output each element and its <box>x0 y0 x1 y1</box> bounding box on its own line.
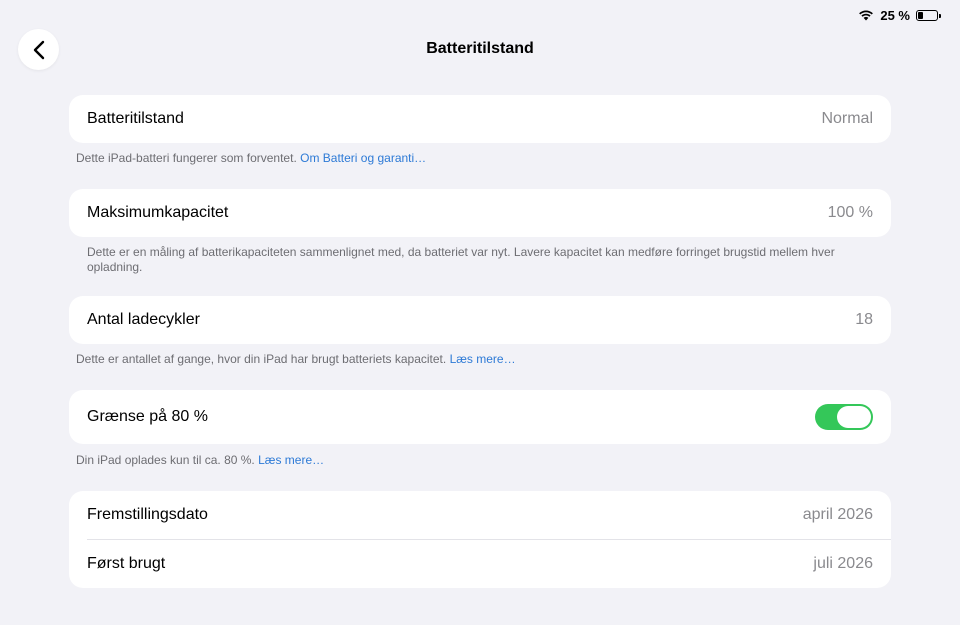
battery-health-value: Normal <box>821 110 873 127</box>
battery-icon <box>916 9 941 21</box>
first-used-value: juli 2026 <box>813 555 873 572</box>
battery-warranty-link[interactable]: Om Batteri og garanti… <box>300 151 426 165</box>
charge-limit-toggle[interactable] <box>815 404 873 430</box>
manufacture-date-value: april 2026 <box>802 506 873 523</box>
battery-percent: 25 % <box>880 7 910 23</box>
first-used-row: Først brugt juli 2026 <box>69 540 891 588</box>
max-capacity-value: 100 % <box>827 204 873 221</box>
battery-health-note: Dette iPad-batteri fungerer som forvente… <box>76 151 866 166</box>
charge-limit-label: Grænse på 80 % <box>87 408 208 425</box>
max-capacity-card: Maksimumkapacitet 100 % <box>69 189 891 237</box>
max-capacity-row: Maksimumkapacitet 100 % <box>69 189 891 237</box>
cycle-learn-more-link[interactable]: Læs mere… <box>450 352 516 366</box>
limit-learn-more-link[interactable]: Læs mere… <box>258 453 324 467</box>
cycle-count-row: Antal ladecykler 18 <box>69 296 891 344</box>
manufacture-date-label: Fremstillingsdato <box>87 506 208 523</box>
charge-limit-note: Din iPad oplades kun til ca. 80 %. Læs m… <box>76 453 866 468</box>
battery-level-fill <box>918 11 923 19</box>
cycle-count-note-text: Dette er antallet af gange, hvor din iPa… <box>76 352 447 366</box>
charge-limit-card: Grænse på 80 % <box>69 390 891 444</box>
charge-limit-note-text: Din iPad oplades kun til ca. 80 %. <box>76 453 255 467</box>
cycle-count-label: Antal ladecykler <box>87 311 200 328</box>
cycle-count-value: 18 <box>855 311 873 328</box>
battery-health-row: Batteritilstand Normal <box>69 95 891 143</box>
dates-card: Fremstillingsdato april 2026 Først brugt… <box>69 491 891 588</box>
toggle-knob <box>837 406 871 428</box>
wifi-icon <box>859 10 874 21</box>
first-used-label: Først brugt <box>87 555 166 572</box>
cycle-count-card: Antal ladecykler 18 <box>69 296 891 344</box>
max-capacity-label: Maksimumkapacitet <box>87 204 229 221</box>
charge-limit-row: Grænse på 80 % <box>69 390 891 444</box>
max-capacity-note: Dette er en måling af batterikapaciteten… <box>87 245 835 274</box>
battery-health-card: Batteritilstand Normal <box>69 95 891 143</box>
battery-health-label: Batteritilstand <box>87 110 184 127</box>
manufacture-date-row: Fremstillingsdato april 2026 <box>69 491 891 539</box>
page-title: Batteritilstand <box>426 40 534 57</box>
battery-health-note-text: Dette iPad-batteri fungerer som forvente… <box>76 151 297 165</box>
status-bar: 25 % <box>858 6 941 24</box>
cycle-count-note: Dette er antallet af gange, hvor din iPa… <box>76 352 866 367</box>
